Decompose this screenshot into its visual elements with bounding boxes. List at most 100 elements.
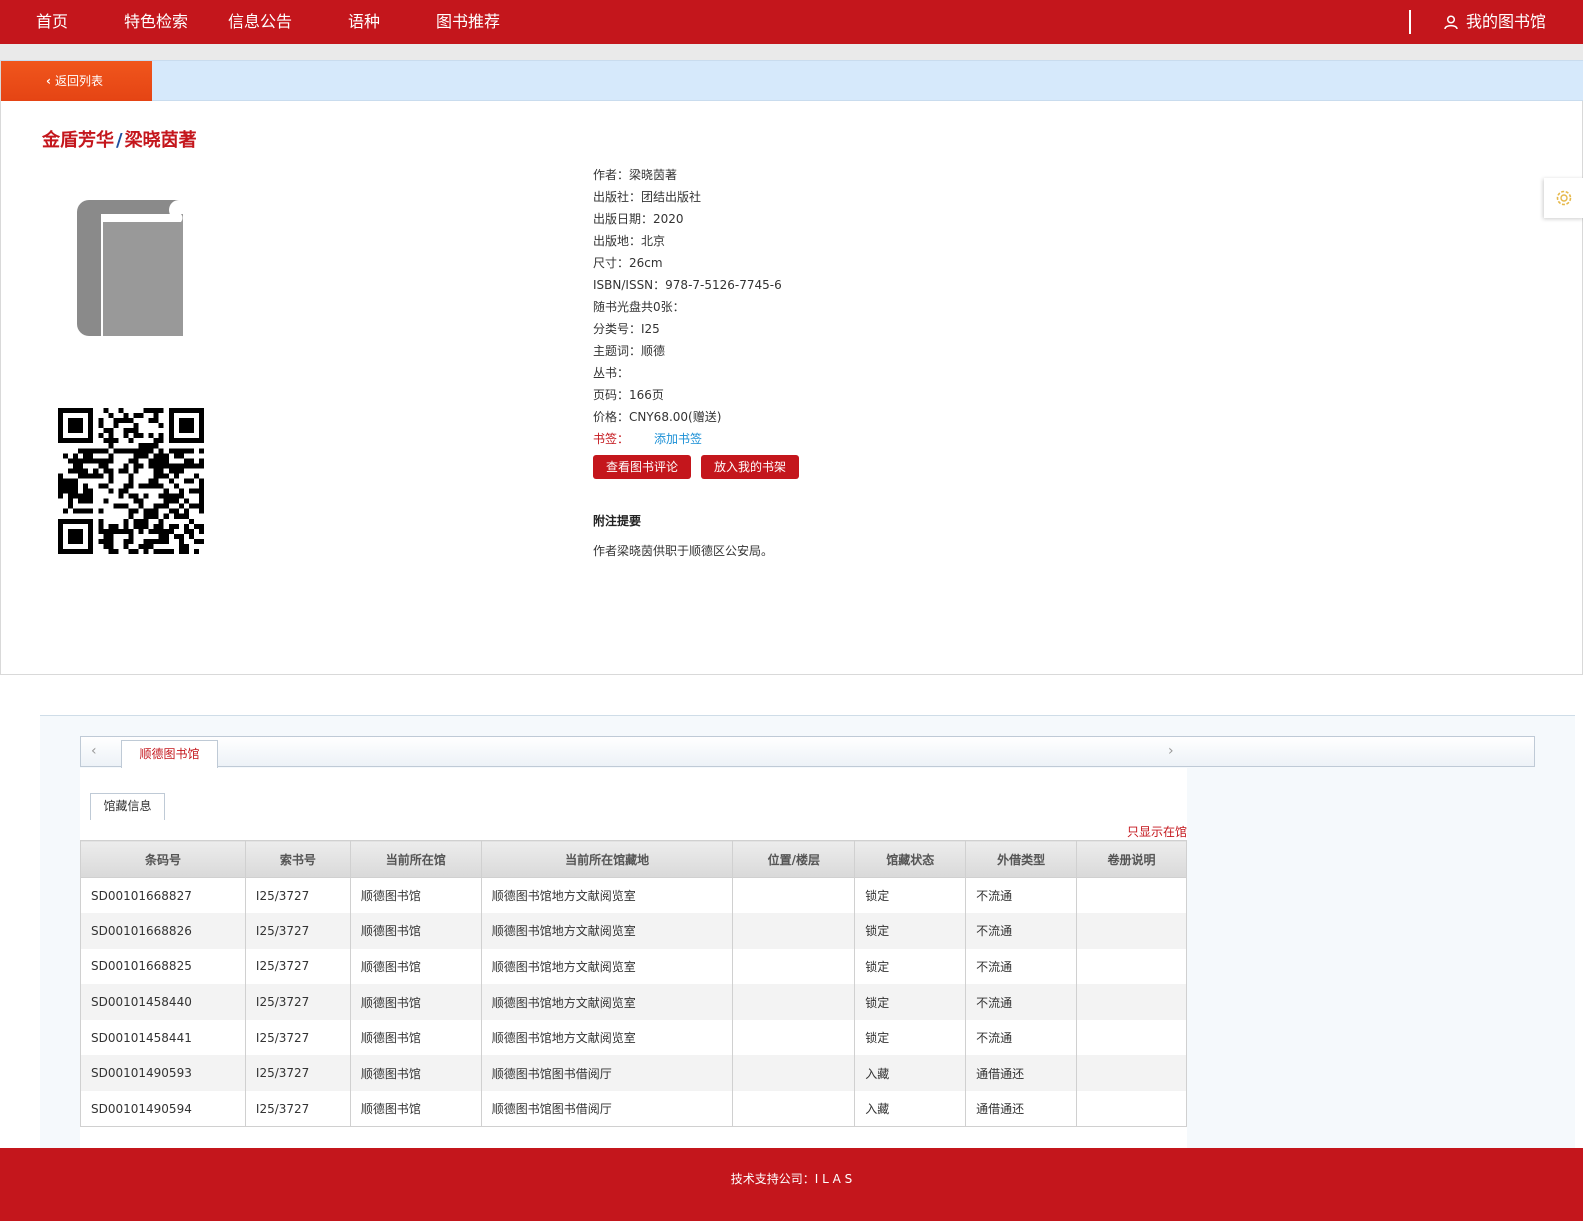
cell-location: 顺德图书馆地方文献阅览室 — [480, 877, 734, 914]
table-row: SD00101458440 I25/3727 顺德图书馆 顺德图书馆地方文献阅览… — [80, 984, 1187, 1020]
cell-floor — [732, 1019, 856, 1056]
cell-library: 顺德图书馆 — [349, 877, 482, 914]
cell-floor — [732, 877, 856, 914]
book-title: 金盾芳华 / 梁晓茵著 — [42, 126, 197, 152]
book-title-main: 金盾芳华 — [42, 130, 114, 151]
cell-status: 锁定 — [854, 948, 967, 985]
cell-library: 顺德图书馆 — [349, 948, 482, 985]
nav-item-book-recommend[interactable]: 图书推荐 — [436, 0, 500, 44]
my-library-link[interactable]: 我的图书馆 — [1444, 0, 1546, 44]
meta-bookmark: 书签： 添加书签 — [593, 428, 782, 450]
user-icon — [1444, 14, 1458, 29]
chevron-left-icon: ‹ — [46, 74, 51, 88]
nav-item-languages[interactable]: 语种 — [348, 0, 380, 44]
cell-location: 顺德图书馆地方文献阅览室 — [480, 913, 734, 949]
col-volume-note: 卷册说明 — [1076, 840, 1187, 878]
add-bookmark-link[interactable]: 添加书签 — [654, 432, 702, 446]
cell-volume-note — [1076, 913, 1187, 949]
table-header-row: 条码号 索书号 当前所在馆 当前所在馆藏地 位置/楼层 馆藏状态 外借类型 卷册… — [80, 840, 1187, 878]
cell-volume-note — [1076, 948, 1187, 985]
footer: 技术支持公司：I L A S — [0, 1148, 1583, 1221]
cell-barcode: SD00101668826 — [80, 913, 246, 949]
col-current-library: 当前所在馆 — [349, 840, 482, 878]
meta-publisher: 出版社：团结出版社 — [593, 190, 702, 204]
cell-barcode: SD00101458440 — [80, 984, 246, 1020]
nav-spacer — [0, 44, 1583, 60]
abstract-text: 作者梁晓茵供职于顺德区公安局。 — [593, 544, 774, 558]
cell-library: 顺德图书馆 — [349, 984, 482, 1020]
tab-holdings-info[interactable]: 馆藏信息 — [90, 793, 165, 820]
cell-status: 锁定 — [854, 877, 967, 914]
cell-call-number: I25/3727 — [244, 913, 351, 949]
tab-scroll-right-icon[interactable]: › — [1168, 743, 1174, 759]
gear-icon — [1556, 190, 1572, 206]
cell-status: 入藏 — [854, 1091, 967, 1128]
bookmark-label: 书签： — [593, 432, 630, 446]
cell-status: 锁定 — [854, 1019, 967, 1056]
cell-volume-note — [1076, 984, 1187, 1020]
my-library-label: 我的图书馆 — [1466, 12, 1547, 31]
meta-subject: 主题词：顺德 — [593, 344, 666, 358]
nav-divider — [1409, 10, 1411, 34]
book-detail-panel: ‹ 返回列表 金盾芳华 / 梁晓茵著 作者：梁晓茵著 出版社：团结出版社 出版日期：2… — [0, 60, 1583, 675]
abstract-title: 附注提要 — [593, 514, 642, 528]
cell-location: 顺德图书馆图书借阅厅 — [480, 1091, 734, 1128]
back-to-list-label: 返回列表 — [54, 74, 103, 88]
table-row: SD00101458441 I25/3727 顺德图书馆 顺德图书馆地方文献阅览… — [80, 1019, 1187, 1056]
table-row: SD00101490593 I25/3727 顺德图书馆 顺德图书馆图书借阅厅 … — [80, 1055, 1187, 1092]
only-in-library-link[interactable]: 只显示在馆 — [1127, 823, 1187, 840]
meta-isbn: ISBN/ISSN：978-7-5126-7745-6 — [593, 278, 782, 292]
cell-volume-note — [1076, 1091, 1187, 1128]
cell-loan-type: 不流通 — [965, 913, 1078, 949]
cell-floor — [732, 1055, 856, 1092]
book-cover-icon — [77, 200, 183, 336]
cell-floor — [732, 948, 856, 985]
tab-scroll-left-icon[interactable]: ‹ — [91, 743, 97, 759]
table-row: SD00101668826 I25/3727 顺德图书馆 顺德图书馆地方文献阅览… — [80, 913, 1187, 949]
nav-item-announcements[interactable]: 信息公告 — [228, 0, 292, 44]
meta-series: 丛书： — [593, 366, 630, 380]
cell-volume-note — [1076, 1019, 1187, 1056]
meta-price: 价格：CNY68.00(赠送) — [593, 410, 722, 424]
cell-status: 入藏 — [854, 1055, 967, 1092]
footer-text: 技术支持公司：I L A S — [730, 1172, 853, 1186]
col-loan-type: 外借类型 — [965, 840, 1078, 878]
cell-call-number: I25/3727 — [244, 877, 351, 914]
nav-item-special-search[interactable]: 特色检索 — [124, 0, 188, 44]
cell-barcode: SD00101668825 — [80, 948, 246, 985]
view-reviews-button[interactable]: 查看图书评论 — [593, 455, 692, 479]
tab-shunde-library[interactable]: 顺德图书馆 — [121, 740, 218, 768]
top-nav: 首页 特色检索 信息公告 语种 图书推荐 我的图书馆 — [0, 0, 1583, 44]
cell-library: 顺德图书馆 — [349, 1019, 482, 1056]
meta-cd-count: 随书光盘共0张： — [593, 300, 685, 314]
add-to-shelf-button[interactable]: 放入我的书架 — [701, 455, 800, 479]
cell-status: 锁定 — [854, 984, 967, 1020]
table-row: SD00101490594 I25/3727 顺德图书馆 顺德图书馆图书借阅厅 … — [80, 1091, 1187, 1128]
cell-loan-type: 不流通 — [965, 877, 1078, 914]
holdings-body: 馆藏信息 只显示在馆 条码号 索书号 当前所在馆 当前所在馆藏地 位置/楼层 馆… — [80, 768, 1187, 1149]
settings-float-button[interactable] — [1544, 178, 1583, 218]
cell-floor — [732, 913, 856, 949]
back-to-list-button[interactable]: ‹ 返回列表 — [1, 61, 152, 101]
cell-barcode: SD00101490593 — [80, 1055, 246, 1092]
cell-call-number: I25/3727 — [244, 984, 351, 1020]
col-status: 馆藏状态 — [854, 840, 967, 878]
qr-code — [58, 408, 204, 554]
cell-loan-type: 通借通还 — [965, 1091, 1078, 1128]
meta-author: 作者：梁晓茵著 — [593, 168, 678, 182]
cell-library: 顺德图书馆 — [349, 1055, 482, 1092]
nav-item-home[interactable]: 首页 — [36, 0, 68, 44]
cell-location: 顺德图书馆地方文献阅览室 — [480, 1019, 734, 1056]
cell-volume-note — [1076, 1055, 1187, 1092]
meta-size: 尺寸：26cm — [593, 256, 663, 270]
cell-loan-type: 不流通 — [965, 1019, 1078, 1056]
cell-floor — [732, 984, 856, 1020]
cell-call-number: I25/3727 — [244, 1091, 351, 1128]
cell-library: 顺德图书馆 — [349, 1091, 482, 1128]
cell-status: 锁定 — [854, 913, 967, 949]
cell-volume-note — [1076, 877, 1187, 914]
table-row: SD00101668825 I25/3727 顺德图书馆 顺德图书馆地方文献阅览… — [80, 948, 1187, 985]
holdings-section: ‹ 顺德图书馆 › 馆藏信息 只显示在馆 条码号 索书号 当前所在馆 当前所在馆… — [40, 715, 1575, 1149]
cell-location: 顺德图书馆图书借阅厅 — [480, 1055, 734, 1092]
meta-pub-date: 出版日期：2020 — [593, 212, 684, 226]
